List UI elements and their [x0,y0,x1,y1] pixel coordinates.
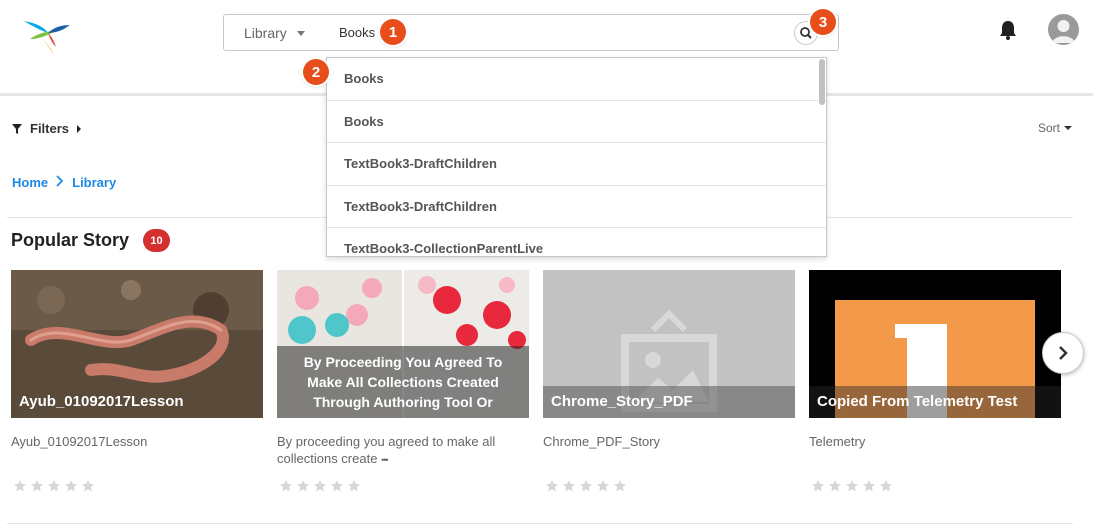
star-icon [314,480,326,492]
scope-select-label: Library [244,24,287,41]
star-icon [563,480,575,492]
star-icon [331,480,343,492]
star-icon [348,480,360,492]
chevron-right-icon [77,124,82,133]
star-icon [846,480,858,492]
divider [7,523,1073,524]
card-overlay-title: By Proceeding You Agreed To Make All Col… [277,346,529,418]
breadcrumb: Home Library [12,175,116,190]
content-card[interactable]: Copied From Telemetry Test Telemetry [809,270,1061,516]
content-card[interactable]: Chrome_Story_PDF Chrome_PDF_Story [543,270,795,516]
dropdown-scrollbar[interactable] [819,59,825,105]
filters-toggle[interactable]: Filters [12,121,83,136]
card-overlay-title: Ayub_01092017Lesson [19,393,184,410]
content-card[interactable]: By Proceeding You Agreed To Make All Col… [277,270,529,516]
count-badge: 10 [143,229,170,252]
card-overlay-title: Copied From Telemetry Test [809,386,1061,418]
search-suggestions-dropdown: Books Books TextBook3-DraftChildren Text… [326,57,827,257]
chevron-down-icon [296,31,305,36]
chevron-right-icon [56,175,64,190]
rating-stars [13,479,95,493]
card-thumbnail: By Proceeding You Agreed To Make All Col… [277,270,529,418]
suggestion-item[interactable]: Books [327,58,826,101]
star-icon [297,480,309,492]
card-description: Ayub_01092017Lesson [11,434,148,449]
star-icon [863,480,875,492]
carousel-next-button[interactable] [1042,332,1084,374]
rating-stars [811,479,893,493]
breadcrumb-home[interactable]: Home [12,175,48,190]
star-icon [14,480,26,492]
filters-label: Filters [30,121,70,136]
star-icon [614,480,626,492]
suggestion-item[interactable]: TextBook3-CollectionParentLive [327,228,826,256]
section-title: Popular Story [11,230,130,250]
suggestion-item[interactable]: TextBook3-DraftChildren [327,186,826,228]
rating-stars [279,479,361,493]
chevron-down-icon [1064,126,1073,130]
sort-dropdown[interactable]: Sort [1038,121,1073,135]
rating-stars [545,479,627,493]
card-overlay-title: Chrome_Story_PDF [543,386,795,418]
scope-select[interactable]: Library [223,14,326,51]
chevron-right-icon [1059,346,1068,360]
content-card[interactable]: Ayub_01092017Lesson Ayub_01092017Lesson [11,270,263,516]
breadcrumb-library[interactable]: Library [72,175,116,190]
filter-icon [12,123,22,134]
star-icon [580,480,592,492]
suggestion-item[interactable]: Books [327,101,826,143]
step-marker-1: 1 [380,19,406,45]
star-icon [65,480,77,492]
step-marker-3: 3 [810,9,836,35]
star-icon [812,480,824,492]
star-icon [48,480,60,492]
card-thumbnail: Chrome_Story_PDF [543,270,795,418]
star-icon [597,480,609,492]
card-description: By proceeding you agreed to make all col… [277,434,496,466]
star-icon [31,480,43,492]
sort-label: Sort [1038,121,1061,135]
card-description: Chrome_PDF_Story [543,434,661,449]
card-thumbnail: Copied From Telemetry Test [809,270,1061,418]
bell-icon[interactable] [996,18,1020,42]
card-thumbnail: Ayub_01092017Lesson [11,270,263,418]
star-icon [829,480,841,492]
star-icon [280,480,292,492]
step-marker-2: 2 [303,59,329,85]
logo-bird-icon[interactable] [18,9,78,59]
more-icon[interactable]: ••• [381,455,389,465]
suggestion-item[interactable]: TextBook3-DraftChildren [327,143,826,186]
star-icon [546,480,558,492]
card-description: Telemetry [809,434,866,449]
avatar-icon[interactable] [1048,14,1079,45]
star-icon [880,480,892,492]
star-icon [82,480,94,492]
